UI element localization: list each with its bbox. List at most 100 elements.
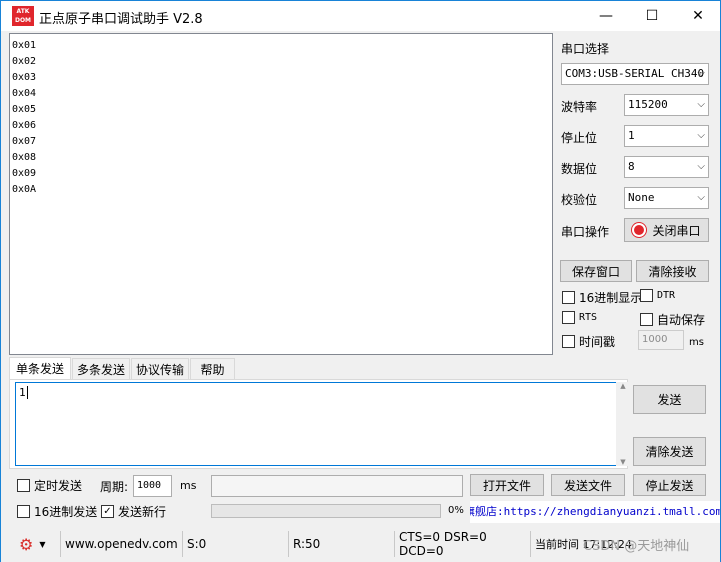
- receive-line: 0x03: [12, 72, 37, 83]
- chevron-down-icon: ⌵: [697, 99, 705, 110]
- chevron-down-icon: ⌵: [697, 161, 705, 172]
- send-input[interactable]: 1: [15, 382, 617, 466]
- checkbox-box: [640, 313, 653, 326]
- tab-multi-send[interactable]: 多条发送: [72, 358, 130, 379]
- receive-line: 0x09: [12, 168, 37, 179]
- timestamp-interval-input[interactable]: 1000: [638, 330, 684, 350]
- auto-save-label: 自动保存: [657, 313, 706, 327]
- minimize-icon: —: [599, 8, 613, 24]
- dtr-label: DTR: [657, 290, 676, 301]
- close-port-button[interactable]: 关闭串口: [624, 218, 709, 242]
- receive-area[interactable]: 0x01 0x02 0x03 0x04 0x05 0x06 0x07 0x08 0x09 0x0A: [9, 33, 553, 355]
- tab-single-send[interactable]: 单条发送: [9, 357, 71, 379]
- sent-count: S:0: [183, 531, 289, 557]
- title-bar[interactable]: ATK DOM 正点原子串口调试助手 V2.8 — ☐ ✕: [1, 1, 720, 31]
- receive-line: 0x01: [12, 40, 37, 51]
- app-logo-text: ATK DOM: [14, 8, 32, 24]
- clear-receive-button[interactable]: 清除接收: [636, 260, 709, 282]
- rts-checkbox[interactable]: RTS: [562, 311, 597, 324]
- receive-line: 0x06: [12, 120, 37, 131]
- receive-line: 0x05: [12, 104, 37, 115]
- timed-send-checkbox[interactable]: 定时发送: [17, 477, 82, 494]
- port-select[interactable]: COM3:USB-SERIAL CH340 ⌵: [561, 63, 709, 85]
- parity-value: None: [628, 191, 655, 204]
- baud-select[interactable]: 115200 ⌵: [624, 94, 709, 116]
- receive-line: 0x0A: [12, 184, 37, 195]
- data-bits-value: 8: [628, 160, 635, 173]
- settings-menu-button[interactable]: ⚙ ▼: [9, 531, 61, 557]
- app-logo-icon: ATK DOM: [12, 6, 34, 26]
- scroll-up-icon: ▲: [620, 382, 626, 390]
- save-window-button[interactable]: 保存窗口: [560, 260, 632, 282]
- hex-send-checkbox[interactable]: 16进制发送: [17, 503, 97, 520]
- rts-label: RTS: [579, 312, 598, 323]
- stop-send-button[interactable]: 停止发送: [633, 474, 706, 496]
- dropdown-arrow-icon: ▼: [39, 539, 46, 549]
- website-link[interactable]: www.openedv.com: [61, 531, 183, 557]
- chevron-down-icon: ⌵: [697, 130, 705, 141]
- data-bits-select[interactable]: 8 ⌵: [624, 156, 709, 178]
- timed-send-label: 定时发送: [34, 479, 83, 493]
- watermark: CSDN @天地神仙: [583, 539, 690, 554]
- open-file-button[interactable]: 打开文件: [470, 474, 544, 496]
- stop-bits-label: 停止位: [561, 131, 598, 145]
- data-bits-label: 数据位: [561, 162, 598, 176]
- line-status: CTS=0 DSR=0 DCD=0: [395, 530, 531, 558]
- send-button[interactable]: 发送: [633, 385, 706, 414]
- receive-line: 0x08: [12, 152, 37, 163]
- baud-select-value: 115200: [628, 98, 668, 111]
- maximize-icon: ☐: [645, 8, 659, 24]
- send-scrollbar[interactable]: ▲ ▼: [616, 382, 630, 466]
- stop-bits-select[interactable]: 1 ⌵: [624, 125, 709, 147]
- auto-save-checkbox[interactable]: 自动保存: [640, 311, 705, 328]
- shop-link[interactable]: 天猫旗舰店:https://zhengdianyuanzi.tmall.com: [470, 501, 720, 523]
- chevron-down-icon: ⌵: [697, 68, 705, 79]
- hex-send-label: 16进制发送: [34, 505, 98, 519]
- period-input[interactable]: 1000: [133, 475, 172, 497]
- checkbox-box: [17, 505, 30, 518]
- send-newline-checkbox[interactable]: ✓ 发送新行: [101, 503, 166, 520]
- tab-protocol[interactable]: 协议传输: [131, 358, 189, 379]
- parity-label: 校验位: [561, 193, 598, 207]
- file-path-input[interactable]: [211, 475, 463, 497]
- receive-line: 0x04: [12, 88, 37, 99]
- checkmark-icon: ✓: [101, 505, 114, 518]
- scroll-down-icon: ▼: [620, 458, 626, 466]
- minimize-button[interactable]: —: [583, 1, 629, 31]
- send-text: 1: [19, 386, 26, 399]
- send-newline-label: 发送新行: [118, 505, 167, 519]
- period-unit-label: ms: [180, 479, 197, 492]
- parity-select[interactable]: None ⌵: [624, 187, 709, 209]
- close-icon: ✕: [692, 8, 704, 24]
- app-window: ATK DOM 正点原子串口调试助手 V2.8 — ☐ ✕ 0x01 0x02 0x…: [0, 0, 721, 562]
- maximize-button[interactable]: ☐: [629, 1, 675, 31]
- checkbox-box: [640, 289, 653, 302]
- stop-bits-value: 1: [628, 129, 635, 142]
- timestamp-unit-label: ms: [689, 337, 704, 348]
- port-select-value: COM3:USB-SERIAL CH340: [565, 67, 705, 80]
- clear-send-button[interactable]: 清除发送: [633, 437, 706, 466]
- send-file-button[interactable]: 发送文件: [551, 474, 625, 496]
- checkbox-box: [562, 291, 575, 304]
- close-button[interactable]: ✕: [675, 1, 721, 31]
- port-select-label: 串口选择: [561, 42, 610, 56]
- dtr-checkbox[interactable]: DTR: [640, 289, 675, 302]
- checkbox-box: [562, 335, 575, 348]
- port-operation-label: 串口操作: [561, 225, 610, 239]
- close-port-label: 关闭串口: [652, 223, 701, 238]
- window-title: 正点原子串口调试助手 V2.8: [39, 12, 203, 27]
- send-progress-bar: [211, 504, 441, 518]
- gear-icon: ⚙: [19, 534, 34, 554]
- receive-line: 0x02: [12, 56, 37, 67]
- period-label: 周期:: [100, 480, 129, 494]
- shop-link-text: 天猫旗舰店:https://zhengdianyuanzi.tmall.com: [470, 505, 720, 518]
- timestamp-checkbox[interactable]: 时间戳: [562, 333, 615, 350]
- port-status-icon: [632, 223, 647, 237]
- hex-display-checkbox[interactable]: 16进制显示: [562, 289, 642, 306]
- status-bar: ⚙ ▼ www.openedv.com S:0 R:50 CTS=0 DSR=0…: [1, 530, 720, 562]
- baud-label: 波特率: [561, 100, 598, 114]
- receive-line: 0x07: [12, 136, 37, 147]
- received-count: R:50: [289, 531, 395, 557]
- tab-help[interactable]: 帮助: [190, 358, 235, 379]
- chevron-down-icon: ⌵: [697, 192, 705, 203]
